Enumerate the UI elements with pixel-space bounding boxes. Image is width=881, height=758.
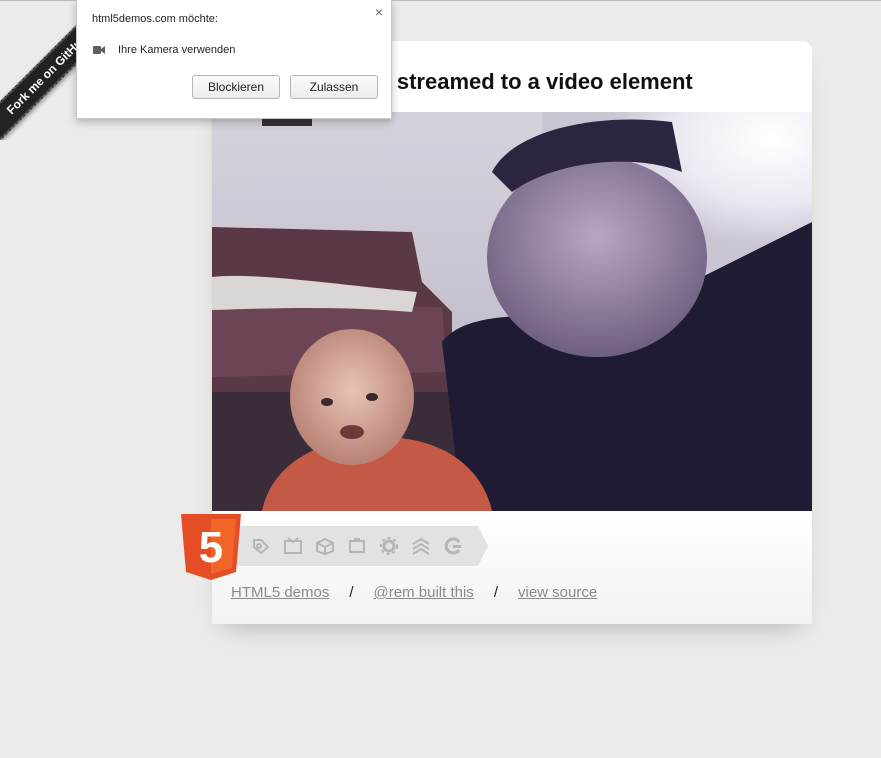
device-access-icon[interactable] [346,535,368,557]
html5-logo-icon[interactable]: 5 [181,514,241,580]
footer-link-html5-demos[interactable]: HTML5 demos [231,584,329,601]
semantics-icon[interactable] [250,535,272,557]
webcam-video[interactable] [212,112,812,511]
camera-permission-popup: html5demos.com möchte: × Ihre Kamera ver… [76,0,392,119]
3d-graphics-icon[interactable] [314,535,336,557]
css3-styling-icon[interactable] [410,535,432,557]
footer-links: HTML5 demos / @rem built this / view source [231,584,597,601]
close-icon[interactable]: × [375,4,383,20]
connectivity-icon[interactable] [442,535,464,557]
html5-badge-glyph: 5 [199,523,223,572]
video-frame [212,112,812,511]
popup-permission-text: Ihre Kamera verwenden [118,44,236,56]
popup-origin-text: html5demos.com möchte: [92,13,218,25]
footer-link-view-source[interactable]: view source [518,584,597,601]
multimedia-icon[interactable] [282,535,304,557]
video-camera-icon [93,46,105,54]
footer-separator: / [493,584,498,601]
footer-separator: / [349,584,354,601]
allow-button[interactable]: Zulassen [290,75,378,99]
footer-link-author[interactable]: @rem built this [374,584,474,601]
block-button[interactable]: Blockieren [192,75,280,99]
performance-gear-icon[interactable] [378,535,400,557]
